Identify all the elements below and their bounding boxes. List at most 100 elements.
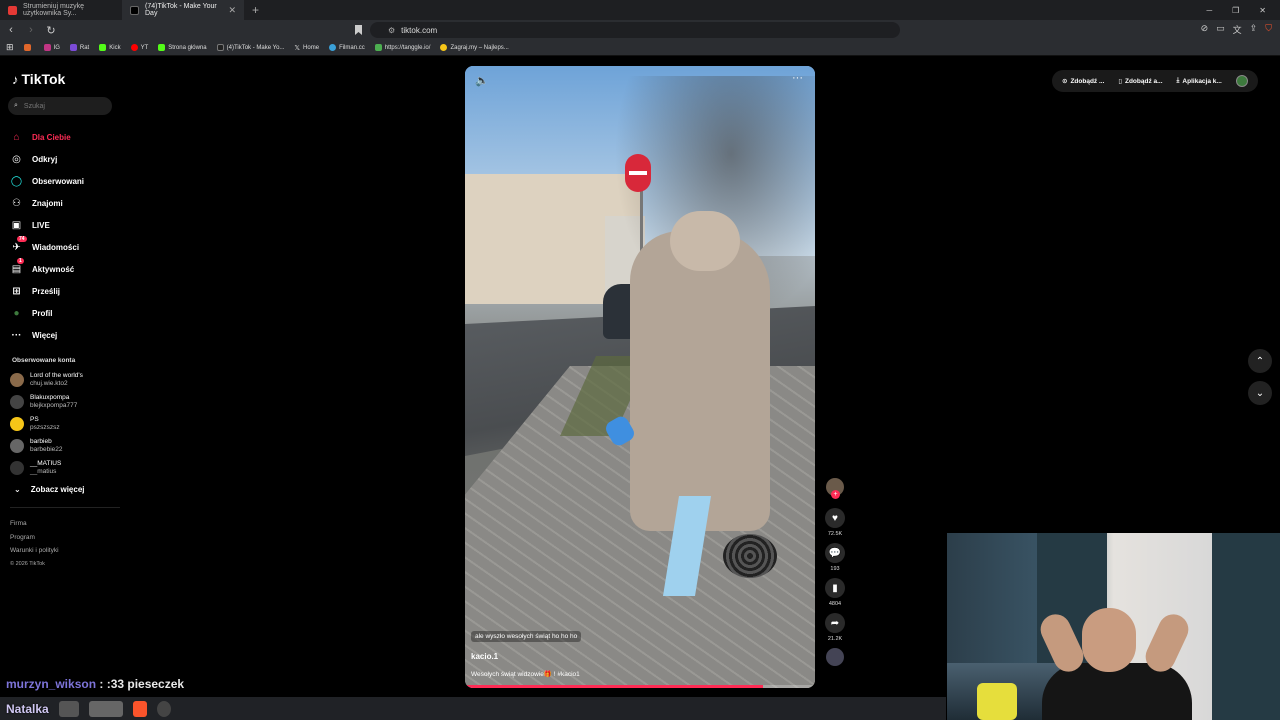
- nav-item-friends[interactable]: ⚇ Znajomi: [10, 192, 84, 214]
- live-icon: ▣: [11, 219, 22, 231]
- bookmark-item[interactable]: YT: [130, 44, 148, 51]
- see-more-button[interactable]: ⌄ Zobacz więcej: [14, 485, 85, 494]
- desktop-app-button[interactable]: ⤓ Aplikacja k...: [1177, 77, 1222, 85]
- like-button[interactable]: ♥ 72.5K: [822, 508, 848, 537]
- browser-tab-spotify[interactable]: Strumieniuj muzykę użytkownika Sy...: [0, 0, 122, 20]
- url-text: tiktok.com: [401, 25, 438, 35]
- messages-badge: 74: [17, 236, 27, 242]
- search-input[interactable]: ⌕ Szukaj: [8, 97, 112, 115]
- minimize-button[interactable]: ─: [1206, 6, 1212, 15]
- streamer-arm: [1140, 609, 1194, 677]
- bookmark-item[interactable]: 𝕏 Home: [294, 44, 319, 52]
- bookmark-item[interactable]: Zagraj.my – Najleps...: [440, 44, 509, 51]
- comment-button[interactable]: 💬 193: [822, 543, 848, 572]
- share-count: 21.2K: [827, 636, 843, 642]
- address-bar: ‹ › ↻ ⚙ tiktok.com ⊘ ▭ 文 ⇪ ⛉: [0, 20, 1280, 40]
- tiktok-logo-icon: ♪: [12, 71, 19, 87]
- save-button[interactable]: ▮ 4804: [822, 578, 848, 607]
- forward-icon[interactable]: ›: [26, 24, 36, 36]
- bookmark-icon[interactable]: [355, 25, 362, 35]
- bookmark-item[interactable]: Kick: [99, 44, 121, 51]
- bookmark-item[interactable]: IG: [43, 44, 60, 51]
- chat-text: : :33 pieseczek: [96, 677, 185, 691]
- author-avatar[interactable]: +: [826, 478, 844, 499]
- mute-site-icon[interactable]: ⊘: [1201, 23, 1209, 36]
- share-icon[interactable]: ⇪: [1250, 23, 1258, 36]
- brave-taskbar-icon[interactable]: [132, 700, 147, 717]
- taskbar-app-icon[interactable]: [58, 700, 79, 717]
- messages-icon: ✈: [12, 241, 21, 253]
- follow-plus-icon[interactable]: +: [831, 490, 840, 499]
- top-right-bar: ⊙ Zdobądź ... ▯ Zdobądź a... ⤓ Aplikacja k.…: [1052, 70, 1258, 92]
- tiktok-logo[interactable]: ♪ TikTok: [12, 71, 65, 87]
- yellow-cloth: [977, 683, 1017, 720]
- profile-avatar[interactable]: [1235, 75, 1248, 87]
- browser-tabbar: Strumieniuj muzykę użytkownika Sy... (74…: [0, 0, 1280, 20]
- footer-link-program[interactable]: Program: [10, 531, 59, 545]
- no-entry-sign: [625, 154, 651, 192]
- bookmark-item[interactable]: Filman.cc: [329, 44, 365, 51]
- followed-account[interactable]: PS pszszszsz: [10, 413, 83, 435]
- followed-account[interactable]: Lord of the world's chuj.wie.kto2: [10, 369, 83, 391]
- more-options-icon[interactable]: ···: [792, 72, 803, 84]
- footer-link-terms[interactable]: Warunki i polityki: [10, 544, 59, 558]
- new-tab-button[interactable]: +: [244, 3, 267, 17]
- nav-item-live[interactable]: ▣ LIVE: [10, 214, 84, 236]
- taskbar: Natalka: [0, 697, 946, 720]
- url-field[interactable]: ⚙ tiktok.com: [370, 22, 900, 38]
- get-coins-button[interactable]: ⊙ Zdobądź ...: [1062, 77, 1104, 86]
- site-info-icon[interactable]: ⚙: [388, 26, 395, 35]
- following-icon: ◯: [10, 175, 23, 187]
- close-tab-icon[interactable]: ✕: [228, 5, 236, 16]
- bookmark-item[interactable]: Rat: [69, 44, 89, 51]
- tab-title: Strumieniuj muzykę użytkownika Sy...: [23, 3, 85, 17]
- nav-item-more[interactable]: ··· Więcej: [10, 324, 84, 346]
- translate-icon[interactable]: 文: [1233, 23, 1242, 36]
- nav-item-profile[interactable]: ● Profil: [10, 302, 84, 324]
- nav-item-activity[interactable]: ▤ 1 Aktywność: [10, 258, 84, 280]
- obs-taskbar-icon[interactable]: [156, 700, 171, 717]
- coat: [630, 231, 770, 531]
- back-icon[interactable]: ‹: [6, 24, 16, 36]
- followed-account[interactable]: __MATIUS __matius: [10, 457, 83, 479]
- restore-button[interactable]: ❐: [1232, 6, 1239, 15]
- followed-account[interactable]: Blakuxpompa blejkxpompa777: [10, 391, 83, 413]
- chat-message: murzyn_wikson : :33 pieseczek: [6, 677, 184, 691]
- music-disc-icon[interactable]: [826, 648, 844, 666]
- video-actions: + ♥ 72.5K 💬 193 ▮ 4804 ➦ 21.2K: [822, 470, 848, 666]
- video-author[interactable]: kacio.1: [471, 652, 498, 661]
- share-button[interactable]: ➦ 21.2K: [822, 613, 848, 642]
- reload-icon[interactable]: ↻: [46, 24, 56, 37]
- bookmark-icon: ▮: [825, 578, 845, 598]
- share-arrow-icon: ➦: [825, 613, 845, 633]
- nav-item-for-you[interactable]: ⌂ Dla Ciebie: [10, 126, 84, 148]
- browser-tab-tiktok[interactable]: (74)TikTok - Make Your Day ✕: [122, 0, 244, 20]
- bookmark-item[interactable]: https://tanggle.io/: [374, 44, 430, 51]
- hood: [670, 211, 740, 271]
- brave-shield-icon[interactable]: ⛉: [1265, 23, 1272, 36]
- video-progress-bar[interactable]: [465, 685, 815, 688]
- next-video-button[interactable]: ⌄: [1248, 381, 1272, 405]
- footer-link-company[interactable]: Firma: [10, 517, 59, 531]
- nav-item-explore[interactable]: ◎ Odkryj: [10, 148, 84, 170]
- copyright: © 2026 TikTok: [10, 560, 45, 567]
- nav-item-messages[interactable]: ✈ 74 Wiadomości: [10, 236, 84, 258]
- drain-cover: [723, 534, 777, 578]
- previous-video-button[interactable]: ⌃: [1248, 349, 1272, 373]
- volume-icon[interactable]: 🔈: [475, 74, 489, 87]
- stream-name-overlay: Natalka: [6, 701, 49, 716]
- video-player[interactable]: 🔈 ··· ale wyszło wesołych świąt ho ho ho…: [465, 66, 815, 688]
- close-window-button[interactable]: ✕: [1259, 6, 1266, 15]
- bookmark-item[interactable]: Strona główna: [158, 44, 207, 51]
- nav-item-following[interactable]: ◯ Obserwowani: [10, 170, 84, 192]
- sidebar: ♪ TikTok ⌕ Szukaj ⌂ Dla Ciebie ◎ Odkryj …: [0, 56, 130, 676]
- followed-account[interactable]: barbieb barbebie22: [10, 435, 83, 457]
- get-app-button[interactable]: ▯ Zdobądź a...: [1118, 77, 1162, 86]
- bookmark-item[interactable]: (4)TikTok - Make Yo...: [216, 44, 284, 51]
- cast-icon[interactable]: ▭: [1216, 23, 1225, 36]
- apps-icon[interactable]: ⊞: [6, 42, 14, 53]
- activity-icon: ▤: [11, 263, 22, 275]
- bookmark-item[interactable]: [23, 44, 34, 51]
- taskbar-app-icon[interactable]: [88, 700, 123, 717]
- nav-item-upload[interactable]: ⊞ Prześlij: [10, 280, 84, 302]
